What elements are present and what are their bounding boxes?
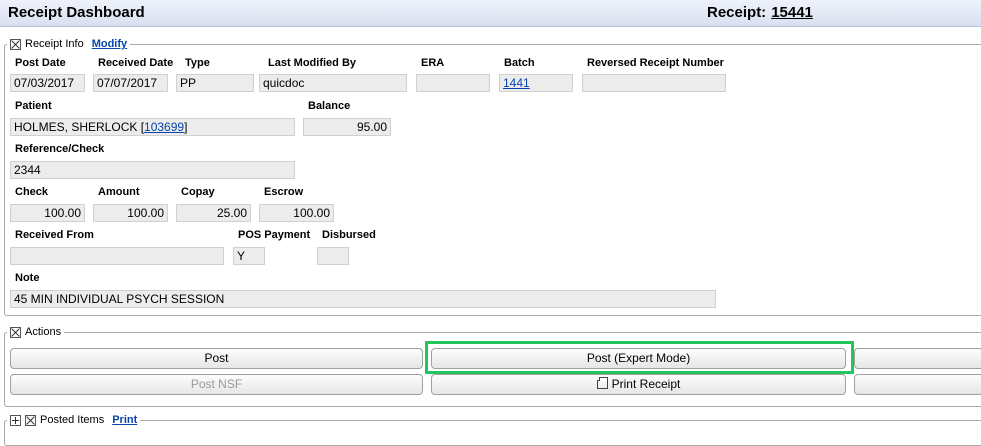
patient-bracket-close: ] bbox=[184, 120, 188, 134]
receipt-info-legend: Receipt Info Modify bbox=[7, 38, 130, 50]
escrow-label: Escrow bbox=[264, 186, 304, 198]
amount-label: Amount bbox=[98, 186, 140, 198]
check-label: Check bbox=[15, 186, 49, 198]
copay-field: 25.00 bbox=[176, 204, 251, 222]
post-date-field: 07/03/2017 bbox=[10, 74, 85, 92]
collapse-toggle-icon[interactable] bbox=[10, 38, 21, 50]
receipt-label: Receipt: bbox=[707, 4, 767, 21]
received-from-label: Received From bbox=[15, 229, 94, 241]
actions-extra-button-1[interactable] bbox=[854, 348, 981, 369]
receipt-number-display: Receipt: 15441 bbox=[707, 4, 813, 21]
post-expert-mode-button[interactable]: Post (Expert Mode) bbox=[431, 348, 846, 369]
patient-field: HOLMES, SHERLOCK [103699] bbox=[10, 118, 295, 136]
collapse-toggle-icon[interactable] bbox=[25, 414, 36, 426]
note-field: 45 MIN INDIVIDUAL PSYCH SESSION bbox=[10, 290, 716, 308]
received-date-field: 07/07/2017 bbox=[93, 74, 168, 92]
patient-id-link[interactable]: 103699 bbox=[144, 120, 184, 134]
balance-field: 95.00 bbox=[303, 118, 391, 136]
collapse-toggle-icon[interactable] bbox=[10, 326, 21, 338]
actions-legend: Actions bbox=[7, 326, 64, 338]
receipt-info-title: Receipt Info bbox=[25, 38, 84, 50]
note-label: Note bbox=[15, 272, 40, 284]
balance-label: Balance bbox=[308, 100, 351, 112]
page-title: Receipt Dashboard bbox=[8, 4, 145, 21]
posted-items-title: Posted Items bbox=[40, 414, 105, 426]
reference-check-field: 2344 bbox=[10, 161, 295, 179]
type-field: PP bbox=[176, 74, 254, 92]
post-button[interactable]: Post bbox=[10, 348, 423, 369]
post-date-label: Post Date bbox=[15, 57, 66, 69]
patient-name: HOLMES, SHERLOCK [ bbox=[14, 120, 145, 134]
pos-payment-label: POS Payment bbox=[238, 229, 311, 241]
copay-label: Copay bbox=[181, 186, 215, 198]
reversed-receipt-number-field bbox=[582, 74, 726, 92]
last-modified-by-field: quicdoc bbox=[259, 74, 407, 92]
page-header: Receipt Dashboard Receipt: 15441 bbox=[0, 0, 981, 27]
disbursed-label: Disbursed bbox=[322, 229, 376, 241]
modify-link[interactable]: Modify bbox=[92, 38, 127, 50]
batch-label: Batch bbox=[504, 57, 535, 69]
print-receipt-label: Print Receipt bbox=[611, 377, 681, 391]
received-date-label: Received Date bbox=[98, 57, 174, 69]
posted-items-legend: Posted Items Print bbox=[7, 414, 140, 426]
batch-link[interactable]: 1441 bbox=[503, 76, 530, 90]
type-label: Type bbox=[185, 57, 210, 69]
reversed-receipt-number-label: Reversed Receipt Number bbox=[587, 57, 724, 69]
post-nsf-button[interactable]: Post NSF bbox=[10, 374, 423, 395]
patient-label: Patient bbox=[15, 100, 52, 112]
amount-field: 100.00 bbox=[93, 204, 168, 222]
print-link[interactable]: Print bbox=[112, 414, 137, 426]
printer-icon bbox=[596, 377, 608, 389]
pos-payment-field: Y bbox=[233, 247, 265, 265]
receipt-number-link[interactable]: 15441 bbox=[771, 4, 813, 21]
last-modified-by-label: Last Modified By bbox=[268, 57, 357, 69]
actions-extra-button-2[interactable] bbox=[854, 374, 981, 395]
posted-items-panel: Posted Items Print bbox=[4, 414, 981, 446]
expand-icon[interactable] bbox=[10, 414, 21, 426]
era-label: ERA bbox=[421, 57, 445, 69]
check-field: 100.00 bbox=[10, 204, 85, 222]
actions-title: Actions bbox=[25, 326, 62, 338]
disbursed-field bbox=[317, 247, 349, 265]
reference-check-label: Reference/Check bbox=[15, 143, 105, 155]
received-from-field bbox=[10, 247, 224, 265]
batch-field: 1441 bbox=[499, 74, 573, 92]
era-field bbox=[416, 74, 490, 92]
escrow-field: 100.00 bbox=[259, 204, 334, 222]
print-receipt-button[interactable]: Print Receipt bbox=[431, 374, 846, 395]
